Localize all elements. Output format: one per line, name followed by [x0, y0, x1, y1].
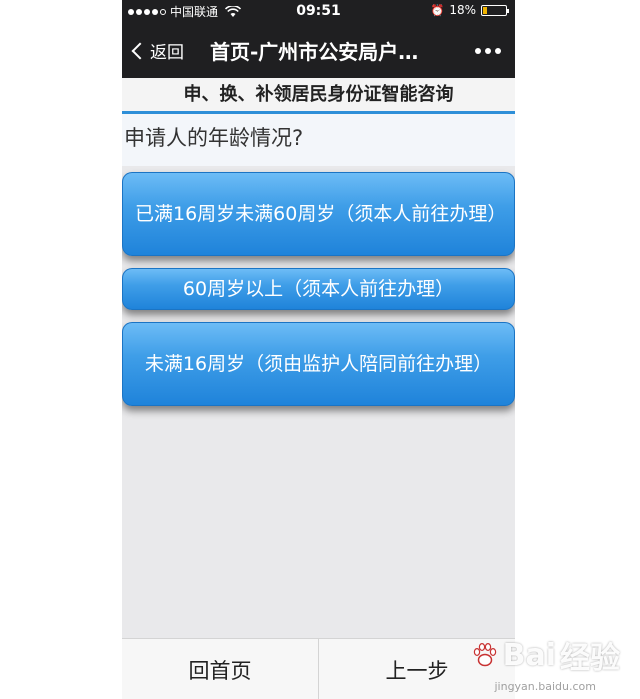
option-label: 未满16周岁（须由监护人陪同前往办理）: [144, 353, 493, 375]
page-title: 首页-广州市公安局户…: [210, 40, 419, 64]
phone-screen: 中国联通 09:51 ⏰ 18% 返回 首页-广州市公安局户… 申、换、补领居民…: [122, 0, 515, 699]
more-options-button[interactable]: [475, 48, 501, 54]
nav-bar: 返回 首页-广州市公安局户…: [122, 22, 515, 78]
alarm-icon: ⏰: [430, 3, 445, 17]
option-age-under-16[interactable]: 未满16周岁（须由监护人陪同前往办理）: [122, 322, 515, 406]
option-label: 已满16周岁未满60周岁（须本人前往办理）: [135, 203, 507, 225]
option-age-over-60[interactable]: 60周岁以上（须本人前往办理）: [122, 268, 515, 310]
watermark-url: jingyan.baidu.com: [494, 680, 596, 693]
bottom-bar: 回首页 上一步: [122, 638, 515, 699]
battery-fill: [483, 6, 487, 14]
watermark-brand: Bai: [502, 637, 556, 673]
status-bar-right: ⏰ 18%: [430, 3, 509, 17]
back-label: 返回: [150, 43, 184, 63]
battery-percent: 18%: [449, 3, 476, 17]
more-dot-icon: [485, 48, 491, 54]
option-age-16-to-60[interactable]: 已满16周岁未满60周岁（须本人前往办理）: [122, 172, 515, 256]
more-dot-icon: [495, 48, 501, 54]
home-button[interactable]: 回首页: [122, 639, 318, 699]
watermark-brand-cn: 经验: [560, 641, 620, 676]
paw-logo-icon: [473, 642, 496, 667]
question-text: 申请人的年龄情况?: [122, 114, 515, 166]
battery-icon: [481, 4, 509, 16]
baidu-jingyan-watermark: Bai 经验: [471, 633, 620, 677]
header-banner: 申、换、补领居民身份证智能咨询: [122, 78, 515, 114]
status-bar: 中国联通 09:51 ⏰ 18%: [122, 0, 515, 22]
back-button[interactable]: 返回: [131, 38, 184, 63]
more-dot-icon: [475, 48, 481, 54]
option-label: 60周岁以上（须本人前往办理）: [182, 278, 455, 300]
chevron-left-icon: [131, 42, 149, 60]
